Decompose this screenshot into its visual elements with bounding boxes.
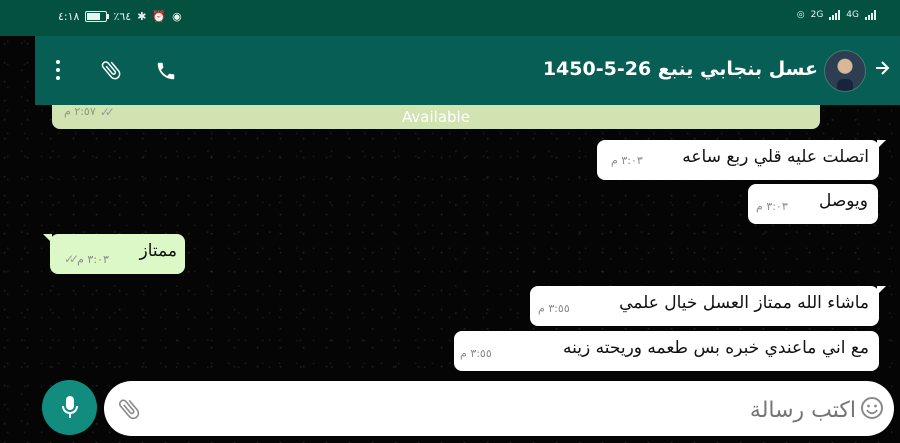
message-time: ٣:٠٣ م: [611, 154, 643, 167]
phone-call-icon[interactable]: [155, 60, 177, 82]
chat-header: عسل بنجابي ينبع 26-5-1450: [35, 36, 900, 105]
attach-icon[interactable]: [99, 58, 123, 82]
message-text: اتصلت عليه قلي ربع ساعه: [682, 147, 869, 167]
message-time: ٣:٠٣ م: [756, 200, 788, 213]
network-right-label: 4G: [846, 10, 859, 20]
back-arrow-icon[interactable]: [874, 60, 890, 76]
outgoing-message[interactable]: ممتاز ٣:٠٣ م ✓✓: [43, 234, 185, 274]
message-composer: [104, 381, 894, 436]
message-time: ٣:٥٥ م: [538, 302, 570, 315]
message-meta: ٣:٠٣ م ✓✓: [64, 250, 109, 268]
status-left: ٤:١٨ ٪٦٤ ✱ ⏰ ◉: [58, 10, 182, 23]
message-text: ممتاز: [139, 241, 177, 261]
incoming-message[interactable]: اتصلت عليه قلي ربع ساعه ٣:٠٣ م: [597, 140, 886, 180]
battery-percent: ٪٦٤: [113, 10, 132, 23]
eye-icon: ◉: [172, 10, 182, 23]
message-input[interactable]: [684, 390, 858, 430]
status-right: ◎ 2G 4G: [797, 10, 876, 20]
chat-title[interactable]: عسل بنجابي ينبع 26-5-1450: [543, 58, 818, 80]
alarm-icon: ⏰: [152, 10, 167, 23]
incoming-message[interactable]: مع اني ماعندي خبره بس طعمه وريحته زينه ٣…: [454, 331, 879, 371]
clock: ٤:١٨: [58, 10, 80, 23]
hotspot-icon: ◎: [796, 10, 805, 20]
mic-icon: [62, 396, 78, 418]
signal-left-icon: [829, 10, 841, 20]
voice-record-button[interactable]: [42, 380, 97, 435]
battery-icon: [85, 11, 110, 22]
emoji-icon[interactable]: [860, 396, 884, 420]
signal-right-icon: [865, 10, 876, 20]
message-text: Available: [402, 108, 470, 126]
bluetooth-icon: ✱: [137, 10, 147, 23]
status-bar: ٤:١٨ ٪٦٤ ✱ ⏰ ◉ ◎ 2G 4G: [0, 0, 900, 36]
message-time: ٣:٥٥ م: [460, 347, 492, 360]
previous-message-bubble: ٢:٥٧ م ✓✓ Available: [52, 105, 820, 129]
avatar[interactable]: [824, 50, 866, 92]
network-left-label: 2G: [810, 10, 824, 20]
message-text: مع اني ماعندي خبره بس طعمه وريحته زينه: [563, 338, 869, 358]
incoming-message[interactable]: ويوصل ٣:٠٣ م: [748, 184, 878, 224]
attach-icon[interactable]: [116, 396, 142, 422]
double-check-icon: ✓✓: [64, 252, 79, 266]
message-time: ٣:٠٣ م: [77, 252, 109, 266]
incoming-message[interactable]: ماشاء الله ممتاز العسل خيال علمي ٣:٥٥ م: [530, 286, 886, 326]
message-text: ماشاء الله ممتاز العسل خيال علمي: [619, 293, 869, 313]
chat-screen: ٤:١٨ ٪٦٤ ✱ ⏰ ◉ ◎ 2G 4G عسل بنجابي ينبع 2…: [0, 0, 900, 443]
overflow-menu-icon[interactable]: [55, 60, 61, 80]
message-text: ويوصل: [818, 191, 868, 211]
